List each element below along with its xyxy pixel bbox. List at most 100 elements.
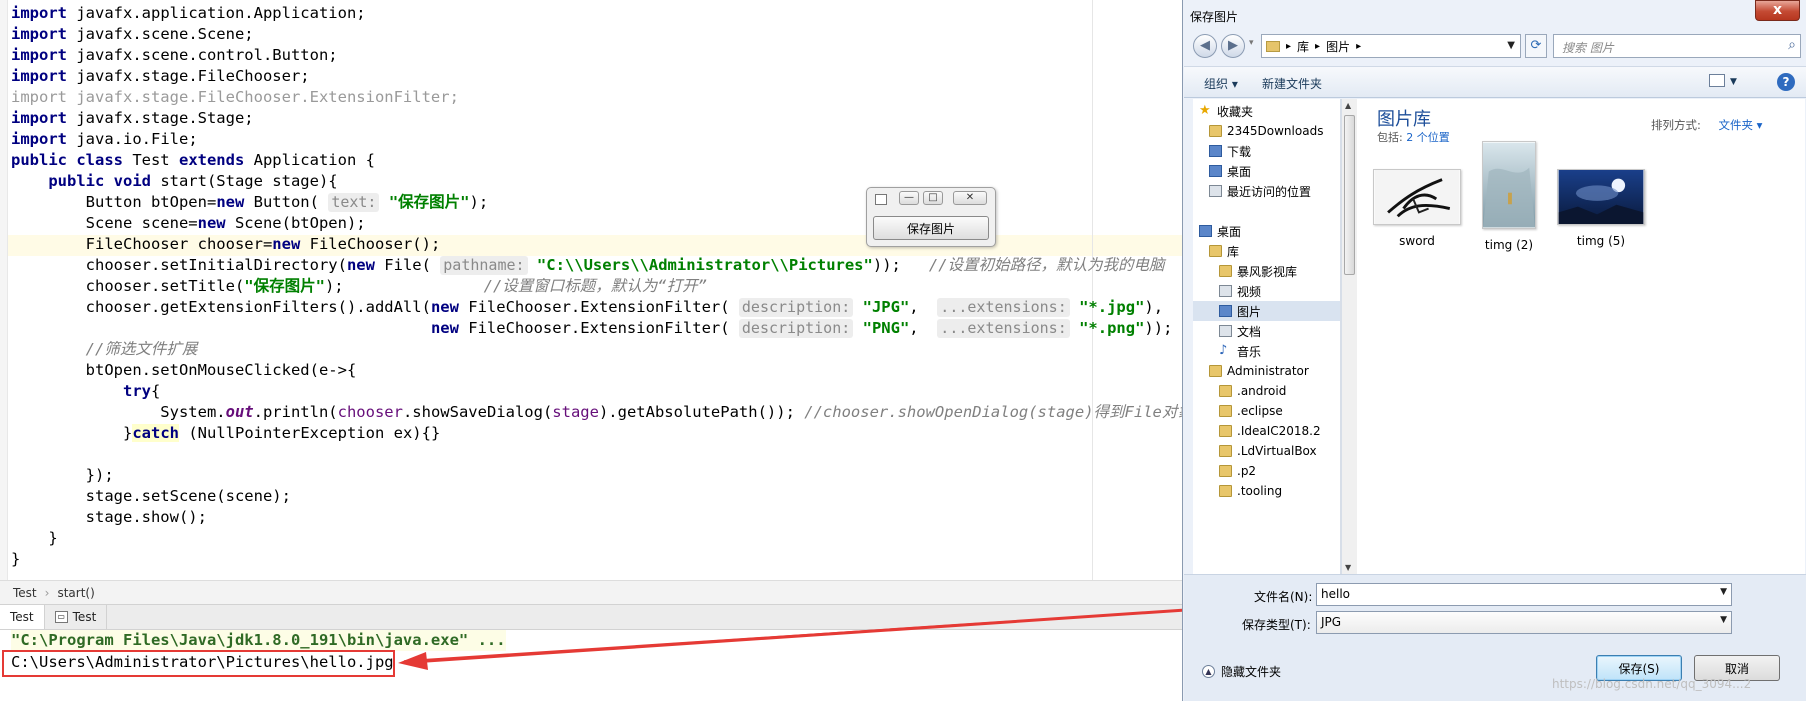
code-token: Test xyxy=(122,151,179,169)
code-line[interactable]: import javafx.scene.Scene; xyxy=(11,24,1193,45)
filetype-select[interactable]: JPG ▼ xyxy=(1316,611,1732,634)
dialog-toolbar: 组织 ▾ 新建文件夹 ▼ ? xyxy=(1184,66,1806,98)
dialog-close-button[interactable]: x xyxy=(1755,0,1800,21)
back-icon[interactable]: ◀ xyxy=(1193,34,1217,58)
code-line[interactable]: stage.show(); xyxy=(11,507,1193,528)
code-line[interactable]: Scene scene=new Scene(btOpen); xyxy=(11,213,1193,234)
code-line[interactable]: chooser.setTitle("保存图片"); //设置窗口标题，默认为“打… xyxy=(11,276,1193,297)
nav-item[interactable]: 最近访问的位置 xyxy=(1209,181,1311,201)
code-line[interactable]: import javafx.scene.control.Button; xyxy=(11,45,1193,66)
file-thumbnail[interactable]: timg (2) xyxy=(1477,141,1541,252)
library-includes: 包括: 2 个位置 xyxy=(1377,129,1450,145)
code-line[interactable]: chooser.getExtensionFilters().addAll(new… xyxy=(11,297,1193,318)
close-icon[interactable]: ✕ xyxy=(953,191,987,205)
code-line[interactable] xyxy=(11,444,1193,465)
file-thumbnail[interactable]: sword xyxy=(1369,169,1465,248)
nav-item[interactable]: 桌面 xyxy=(1209,161,1251,181)
address-bar[interactable]: ▸ 库 ▸ 图片 ▸ ▼ xyxy=(1261,34,1521,58)
nav-item[interactable]: 视频 xyxy=(1219,281,1261,301)
file-view[interactable]: 图片库 包括: 2 个位置 排列方式: 文件夹 ▾ sword timg (2)… xyxy=(1357,99,1805,574)
address-segment-library[interactable]: 库 xyxy=(1297,38,1309,55)
nav-item[interactable]: 下载 xyxy=(1209,141,1251,161)
code-line[interactable]: btOpen.setOnMouseClicked(e->{ xyxy=(11,360,1193,381)
code-line[interactable]: System.out.println(chooser.showSaveDialo… xyxy=(11,402,1193,423)
view-options-icon[interactable] xyxy=(1709,74,1725,87)
folder-icon xyxy=(1209,125,1222,137)
run-tab[interactable]: Test xyxy=(0,605,45,629)
code-line[interactable]: import javafx.stage.Stage; xyxy=(11,108,1193,129)
code-token: "保存图片" xyxy=(244,277,325,295)
save-image-button[interactable]: 保存图片 xyxy=(873,216,989,240)
filetype-dropdown-icon[interactable]: ▼ xyxy=(1720,615,1727,625)
history-dropdown-icon[interactable]: ▾ xyxy=(1249,38,1254,48)
filename-field[interactable]: hello ▼ xyxy=(1316,583,1732,606)
navigation-scrollbar[interactable]: ▲ ▼ xyxy=(1341,99,1357,574)
breadcrumb-class[interactable]: Test xyxy=(13,586,37,600)
search-icon[interactable]: ⌕ xyxy=(1788,37,1796,53)
nav-item[interactable]: .android xyxy=(1219,381,1286,401)
nav-item[interactable]: 图片 xyxy=(1193,301,1340,321)
nav-item[interactable]: 文档 xyxy=(1219,321,1261,341)
code-line[interactable]: }); xyxy=(11,465,1193,486)
filename-history-dropdown-icon[interactable]: ▼ xyxy=(1720,587,1727,597)
includes-locations-link[interactable]: 2 个位置 xyxy=(1406,131,1450,144)
save-file-dialog[interactable]: 保存图片 x ◀ ▶ ▾ ▸ 库 ▸ 图片 ▸ ▼ ⟳ 搜索 图片 ⌕ 组织 ▾… xyxy=(1182,0,1806,701)
refresh-icon[interactable]: ⟳ xyxy=(1525,34,1547,58)
nav-item[interactable]: .LdVirtualBox xyxy=(1219,441,1317,461)
address-dropdown-icon[interactable]: ▼ xyxy=(1507,40,1515,51)
help-icon[interactable]: ? xyxy=(1777,73,1795,91)
nav-item[interactable]: ♪ 音乐 xyxy=(1219,341,1261,361)
code-line[interactable]: chooser.setInitialDirectory(new File( pa… xyxy=(11,255,1193,276)
code-line[interactable]: FileChooser chooser=new FileChooser(); xyxy=(11,234,1193,255)
scroll-down-icon[interactable]: ▼ xyxy=(1345,563,1351,572)
address-segment-pictures[interactable]: 图片 xyxy=(1326,38,1350,55)
nav-item[interactable]: Administrator xyxy=(1209,361,1309,381)
code-line[interactable]: //筛选文件扩展 xyxy=(11,339,1193,360)
organize-menu[interactable]: 组织 ▾ xyxy=(1204,75,1238,92)
code-line[interactable]: import javafx.application.Application; xyxy=(11,3,1193,24)
maximize-icon[interactable]: □ xyxy=(923,191,943,205)
run-console[interactable]: "C:\Program Files\Java\jdk1.8.0_191\bin\… xyxy=(0,630,1182,701)
code-line[interactable]: } xyxy=(11,549,1193,570)
code-line[interactable]: import java.io.File; xyxy=(11,129,1193,150)
nav-item[interactable]: 桌面 xyxy=(1199,221,1241,241)
nav-item[interactable]: ★ 收藏夹 xyxy=(1199,101,1253,121)
navigation-pane[interactable]: ★ 收藏夹 2345Downloads 下载 桌面 最近访问的位置 桌面库暴风影视库 视频 图片… xyxy=(1193,99,1341,574)
hide-folders-toggle[interactable]: ▲ 隐藏文件夹 xyxy=(1202,663,1281,680)
source-code[interactable]: import javafx.application.Application; im… xyxy=(11,3,1193,570)
search-input[interactable]: 搜索 图片 ⌕ xyxy=(1553,34,1801,58)
nav-item[interactable]: .p2 xyxy=(1219,461,1256,481)
nav-item[interactable]: .IdeaIC2018.2 xyxy=(1219,421,1321,441)
code-line[interactable]: try{ xyxy=(11,381,1193,402)
code-line[interactable]: stage.setScene(scene); xyxy=(11,486,1193,507)
code-editor[interactable]: import javafx.application.Application; im… xyxy=(0,0,1193,580)
nav-item[interactable]: .eclipse xyxy=(1219,401,1283,421)
run-tab[interactable]: ▭ Test xyxy=(45,605,108,629)
scrollbar-thumb[interactable] xyxy=(1344,115,1355,275)
sort-by-dropdown[interactable]: 文件夹 ▾ xyxy=(1719,118,1763,132)
code-line[interactable]: Button btOpen=new Button( text: "保存图片"); xyxy=(11,192,1193,213)
nav-item[interactable]: .tooling xyxy=(1219,481,1282,501)
forward-icon[interactable]: ▶ xyxy=(1221,34,1245,58)
minimize-icon[interactable]: — xyxy=(899,191,919,205)
file-thumbnail[interactable]: timg (5) xyxy=(1553,169,1649,248)
code-line[interactable]: import javafx.stage.FileChooser; xyxy=(11,66,1193,87)
download-folder-icon xyxy=(1209,145,1222,157)
code-line[interactable]: public class Test extends Application { xyxy=(11,150,1193,171)
code-token: new xyxy=(197,214,226,232)
scroll-up-icon[interactable]: ▲ xyxy=(1345,101,1351,110)
code-line[interactable]: }catch (NullPointerException ex){} xyxy=(11,423,1193,444)
new-folder-button[interactable]: 新建文件夹 xyxy=(1262,75,1322,92)
nav-item[interactable]: 暴风影视库 xyxy=(1219,261,1297,281)
code-line[interactable]: public void start(Stage stage){ xyxy=(11,171,1193,192)
nav-item[interactable]: 2345Downloads xyxy=(1209,121,1323,141)
nav-item[interactable]: 库 xyxy=(1209,241,1239,261)
code-line[interactable]: } xyxy=(11,528,1193,549)
breadcrumb-method[interactable]: start() xyxy=(57,586,94,600)
code-line[interactable]: new FileChooser.ExtensionFilter( descrip… xyxy=(11,318,1193,339)
view-dropdown-icon[interactable]: ▼ xyxy=(1730,77,1737,87)
javafx-app-window[interactable]: — □ ✕ 保存图片 xyxy=(866,187,996,247)
code-line[interactable]: import javafx.stage.FileChooser.Extensio… xyxy=(11,87,1193,108)
